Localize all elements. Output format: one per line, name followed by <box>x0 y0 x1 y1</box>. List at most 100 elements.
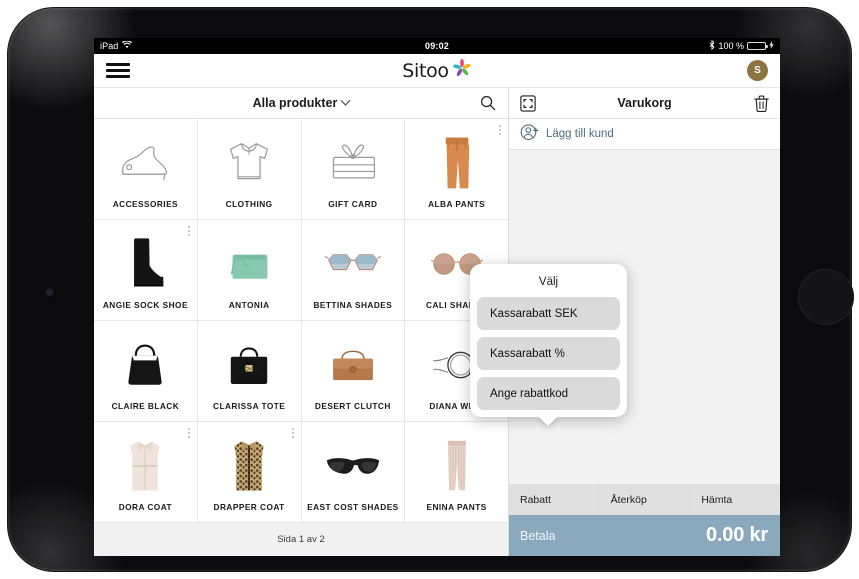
cart-title: Varukorg <box>617 96 672 110</box>
cart-action-label: Hämta <box>701 493 733 506</box>
hamburger-menu-icon[interactable] <box>106 60 130 82</box>
products-panel: Alla produkter ACCESSORIES CLOTHING GIFT C… <box>94 88 508 556</box>
popup-option-label: Ange rabattkod <box>490 387 569 400</box>
sitoo-logo: Sitoo <box>94 58 780 83</box>
product-name-label: ENINA PANTS <box>426 502 487 512</box>
popup-option-list: Kassarabatt SEK Kassarabatt % Ange rabattk… <box>477 297 620 410</box>
search-icon[interactable] <box>480 95 496 111</box>
product-card[interactable]: GIFT CARD <box>301 119 405 219</box>
product-name-label: DRAPPER COAT <box>213 502 285 512</box>
product-card[interactable]: EAST COST SHADES <box>301 422 405 522</box>
orange-wide-pants-image <box>409 127 504 199</box>
cart-action-button[interactable]: Återköp <box>599 484 690 515</box>
product-name-label: BETTINA SHADES <box>313 300 393 310</box>
product-name-label: ALBA PANTS <box>428 199 486 209</box>
product-card[interactable]: ACCESSORIES <box>94 119 197 219</box>
ios-status-bar: iPad 09:02 100 % <box>94 38 780 54</box>
product-name-label: DESERT CLUTCH <box>314 401 391 411</box>
leopard-print-coat-image <box>202 430 297 502</box>
cart-panel: Varukorg Lägg till kund Rabatt Återköp H… <box>470 88 780 556</box>
popup-pointer-arrow <box>538 416 558 426</box>
front-camera-icon <box>46 289 53 296</box>
product-name-label: CLAIRE BLACK <box>111 401 180 411</box>
tshirt-outline-image <box>202 127 297 199</box>
app-top-bar: Sitoo S <box>94 54 780 88</box>
product-name-label: CLARISSA TOTE <box>213 401 286 411</box>
product-card[interactable]: CLOTHING <box>197 119 301 219</box>
popup-option[interactable]: Kassarabatt SEK <box>477 297 620 330</box>
avatar-initial: S <box>754 65 761 76</box>
cart-action-label: Återköp <box>610 493 647 506</box>
tan-leather-clutch-image <box>306 329 401 401</box>
cart-action-button[interactable]: Rabatt <box>509 484 599 515</box>
product-card[interactable]: DORA COAT <box>94 422 197 522</box>
product-card[interactable]: CLARISSA TOTE <box>197 321 301 421</box>
product-name-label: DORA COAT <box>118 502 173 512</box>
pay-button[interactable]: Betala 0.00 kr <box>509 515 780 556</box>
battery-icon <box>747 42 768 50</box>
home-button[interactable] <box>798 269 854 325</box>
status-bar-right: 100 % <box>709 39 774 52</box>
product-name-label: ANGIE SOCK SHOE <box>102 300 188 310</box>
pay-label: Betala <box>520 528 556 543</box>
scan-barcode-icon[interactable] <box>520 94 536 112</box>
product-card[interactable]: DESERT CLUTCH <box>301 321 405 421</box>
pink-striped-pants-image <box>409 430 504 502</box>
product-card[interactable]: DRAPPER COAT <box>197 422 301 522</box>
product-card[interactable]: ALBA PANTS <box>405 119 508 219</box>
chevron-down-icon <box>340 95 351 106</box>
black-hobo-bag-image <box>98 329 193 401</box>
mint-crossbody-bag-image <box>202 228 297 300</box>
products-toolbar: Alla produkter <box>94 88 508 119</box>
product-card[interactable]: ENINA PANTS <box>405 422 508 522</box>
sitoo-star-icon <box>452 58 472 83</box>
black-cateye-sunglasses-image <box>306 430 401 502</box>
product-more-options-icon[interactable] <box>187 426 191 440</box>
product-name-label: EAST COST SHADES <box>307 502 399 512</box>
product-more-options-icon[interactable] <box>187 224 191 238</box>
battery-percent-label: 100 % <box>718 41 744 51</box>
popup-option-label: Kassarabatt % <box>490 347 565 360</box>
product-card[interactable]: ANTONIA <box>197 220 301 320</box>
status-bar-clock: 09:02 <box>424 41 450 51</box>
discount-options-popup: Välj Kassarabatt SEK Kassarabatt % Ange ra… <box>470 264 627 426</box>
cart-toolbar: Varukorg <box>509 88 780 119</box>
product-name-label: ANTONIA <box>228 300 270 310</box>
pagination-label: Sida 1 av 2 <box>94 522 508 556</box>
product-card[interactable]: CLAIRE BLACK <box>94 321 197 421</box>
high-heel-shoe-outline-image <box>98 127 193 199</box>
product-name-label: ACCESSORIES <box>112 199 179 209</box>
charging-bolt-icon <box>769 41 774 51</box>
black-structured-tote-image <box>202 329 297 401</box>
hexagon-sunglasses-image <box>306 228 401 300</box>
product-name-label: GIFT CARD <box>328 199 378 209</box>
bluetooth-icon <box>709 39 715 52</box>
product-more-options-icon[interactable] <box>499 123 502 137</box>
cart-action-button[interactable]: Hämta <box>690 484 780 515</box>
add-customer-label: Lägg till kund <box>546 128 614 140</box>
product-name-label: CLOTHING <box>225 199 273 209</box>
black-ankle-boot-image <box>98 228 193 300</box>
avatar[interactable]: S <box>747 60 768 81</box>
product-card[interactable]: ANGIE SOCK SHOE <box>94 220 197 320</box>
popup-option[interactable]: Ange rabattkod <box>477 377 620 410</box>
popup-option[interactable]: Kassarabatt % <box>477 337 620 370</box>
product-more-options-icon[interactable] <box>291 426 295 440</box>
ipad-screen: iPad 09:02 100 % Sitoo S Alla produkter … <box>94 38 780 556</box>
category-label: Alla produkter <box>252 96 338 110</box>
main-content: Alla produkter ACCESSORIES CLOTHING GIFT C… <box>94 88 780 556</box>
pay-amount: 0.00 kr <box>706 524 768 546</box>
category-selector[interactable]: Alla produkter <box>94 95 508 110</box>
cart-action-label: Rabatt <box>520 493 551 506</box>
popup-title: Välj <box>538 276 559 288</box>
popup-option-label: Kassarabatt SEK <box>490 307 578 320</box>
sitoo-logo-text: Sitoo <box>402 59 449 82</box>
ipad-device-frame: iPad 09:02 100 % Sitoo S Alla produkter … <box>8 8 854 571</box>
product-grid: ACCESSORIES CLOTHING GIFT CARD ALBA PANTS AN… <box>94 119 508 522</box>
gift-card-outline-image <box>306 127 401 199</box>
product-card[interactable]: BETTINA SHADES <box>301 220 405 320</box>
cart-action-buttons: Rabatt Återköp Hämta <box>509 484 780 515</box>
cream-wrap-coat-image <box>98 430 193 502</box>
add-customer-button[interactable]: Lägg till kund <box>509 119 780 150</box>
trash-icon[interactable] <box>754 94 769 112</box>
